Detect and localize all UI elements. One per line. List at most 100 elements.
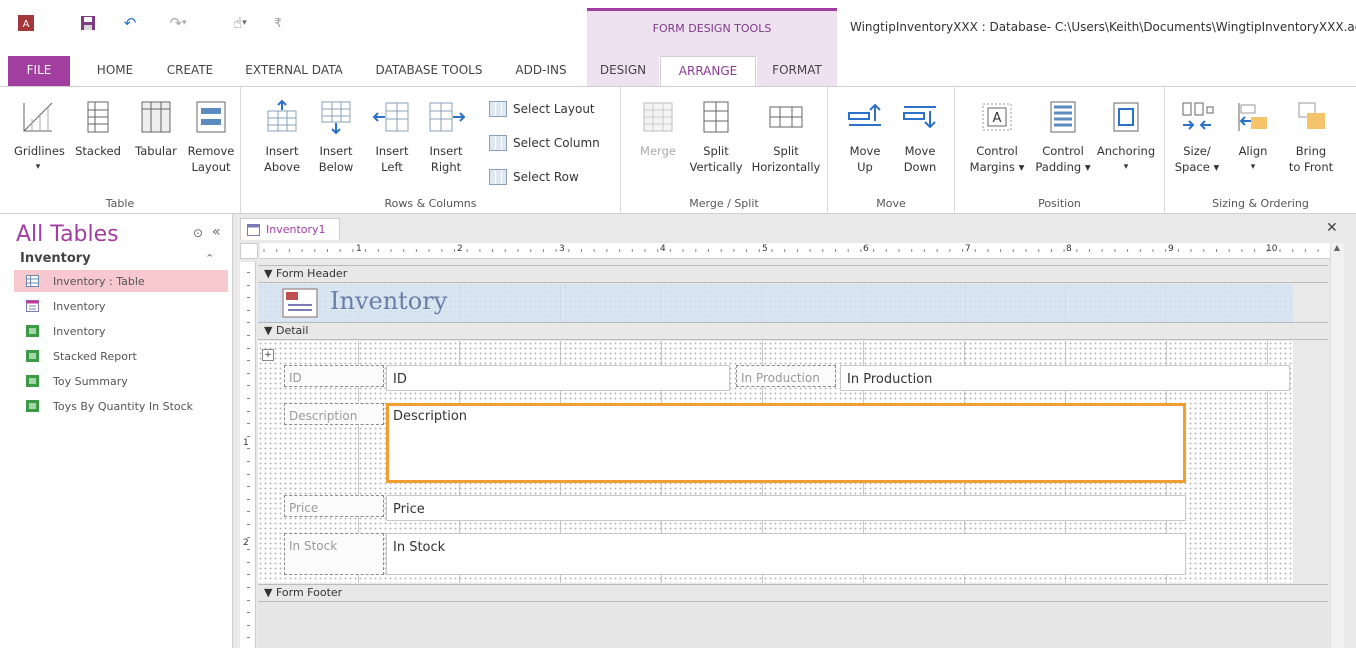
- merge-button[interactable]: Merge: [633, 93, 683, 159]
- vruler-tick: [247, 473, 250, 475]
- nav-item-inventory-report[interactable]: Inventory: [14, 320, 228, 342]
- nav-menu-chevron-icon[interactable]: ⊙: [193, 226, 203, 240]
- split-horizontally-button[interactable]: Split Horizontally: [747, 93, 825, 175]
- close-document-icon[interactable]: ✕: [1326, 220, 1338, 236]
- save-icon[interactable]: [76, 12, 100, 34]
- stacked-button[interactable]: Stacked: [70, 93, 126, 159]
- vruler-tick: [247, 574, 250, 576]
- form-selector[interactable]: [240, 243, 258, 259]
- vruler-label: 1: [243, 438, 249, 448]
- anchoring-button[interactable]: Anchoring ▾: [1093, 93, 1159, 175]
- layout-selector-icon[interactable]: +: [262, 349, 274, 361]
- remove-layout-button[interactable]: Remove Layout: [184, 93, 238, 175]
- window-title: WingtipInventoryXXX : Database- C:\Users…: [850, 20, 1356, 34]
- detail-bar[interactable]: ▼ Detail: [258, 322, 1328, 340]
- in-stock-textbox[interactable]: In Stock: [386, 533, 1186, 575]
- undo-icon[interactable]: ↶: [118, 12, 142, 34]
- form-header-bar[interactable]: ▼ Form Header: [258, 265, 1328, 283]
- tab-add-ins[interactable]: ADD-INS: [506, 56, 576, 86]
- tab-file[interactable]: FILE: [8, 56, 70, 86]
- nav-item-inventory-table[interactable]: Inventory : Table: [14, 270, 228, 292]
- scroll-up-icon[interactable]: ▲: [1331, 243, 1343, 257]
- select-row-button[interactable]: Select Row: [489, 169, 579, 185]
- nav-item-stacked-report[interactable]: Stacked Report: [14, 345, 228, 367]
- ruler-label: 7: [965, 244, 971, 254]
- form-title-label[interactable]: Inventory: [330, 287, 447, 319]
- move-down-button[interactable]: Move Down: [892, 93, 948, 175]
- touch-mode-icon[interactable]: ☝ ▾: [224, 12, 256, 34]
- insert-above-button[interactable]: Insert Above: [257, 93, 307, 175]
- price-textbox[interactable]: Price: [386, 495, 1186, 521]
- split-horizontally-label-2: Horizontally: [751, 160, 821, 174]
- tab-create[interactable]: CREATE: [156, 56, 224, 86]
- select-column-button[interactable]: Select Column: [489, 135, 600, 151]
- align-button[interactable]: Align ▾: [1227, 93, 1279, 175]
- collapse-group-icon[interactable]: ⌃: [205, 252, 214, 265]
- bring-to-front-button[interactable]: Bring to Front: [1283, 93, 1339, 175]
- document-tab-inventory1[interactable]: Inventory1: [240, 218, 340, 240]
- tab-format[interactable]: FORMAT: [757, 56, 837, 86]
- gridlines-label: Gridlines: [14, 144, 65, 158]
- move-down-label-2: Down: [903, 160, 937, 174]
- select-layout-button[interactable]: Select Layout: [489, 101, 595, 117]
- nav-item-label: Inventory: [53, 299, 106, 313]
- vertical-scrollbar[interactable]: ▲: [1330, 243, 1344, 648]
- description-label[interactable]: Description: [284, 403, 384, 425]
- size-space-button[interactable]: Size/ Space ▾: [1171, 93, 1223, 175]
- split-vertically-button[interactable]: Split Vertically: [685, 93, 747, 175]
- form-logo-icon[interactable]: [282, 288, 318, 318]
- select-row-label: Select Row: [513, 170, 579, 184]
- insert-below-button[interactable]: Insert Below: [311, 93, 361, 175]
- gridlines-button[interactable]: Gridlines ▾: [14, 93, 65, 175]
- tabular-button[interactable]: Tabular: [128, 93, 184, 159]
- in-production-checkbox[interactable]: In Production: [840, 365, 1290, 391]
- price-label[interactable]: Price: [284, 495, 384, 517]
- vruler-tick: [247, 423, 250, 425]
- vruler-tick: [247, 322, 250, 324]
- tab-design[interactable]: DESIGN: [587, 56, 659, 86]
- form-footer-bar[interactable]: ▼ Form Footer: [258, 584, 1328, 602]
- move-up-label-2: Up: [857, 160, 873, 174]
- vruler-tick: [247, 524, 250, 525]
- report-icon: [26, 375, 39, 387]
- align-icon: [1238, 103, 1267, 131]
- insert-left-button[interactable]: Insert Left: [367, 93, 417, 175]
- control-margins-button[interactable]: A Control Margins ▾: [963, 93, 1031, 175]
- control-margins-label-2: Margins ▾: [969, 160, 1025, 174]
- move-down-icon: [903, 106, 936, 129]
- tab-database-tools[interactable]: DATABASE TOOLS: [364, 56, 494, 86]
- vruler-tick: [247, 398, 250, 399]
- shutter-bar-close-icon[interactable]: «: [212, 224, 221, 240]
- bring-to-front-icon: [1298, 102, 1325, 129]
- tab-home[interactable]: HOME: [82, 56, 148, 86]
- id-textbox[interactable]: ID: [386, 365, 730, 391]
- nav-group-header[interactable]: Inventory: [20, 251, 91, 266]
- description-textbox[interactable]: Description: [386, 403, 1186, 483]
- horizontal-ruler: 1 2 3 4 5 6 7 8 9 10: [260, 243, 1330, 259]
- in-production-label[interactable]: In Production: [736, 365, 836, 387]
- in-stock-label[interactable]: In Stock: [284, 533, 384, 575]
- control-margins-icon: A: [982, 103, 1012, 131]
- customize-qat-icon[interactable]: ₹: [268, 12, 288, 34]
- redo-icon[interactable]: ↷ ▾: [162, 12, 194, 34]
- context-tools-title: FORM DESIGN TOOLS: [652, 22, 772, 35]
- tab-arrange[interactable]: ARRANGE: [660, 56, 756, 87]
- insert-below-icon: [321, 101, 351, 135]
- control-padding-button[interactable]: Control Padding ▾: [1031, 93, 1095, 175]
- ruler-label: 6: [863, 244, 869, 254]
- anchoring-label: Anchoring: [1096, 144, 1156, 158]
- ruler-label: 10: [1266, 244, 1278, 254]
- move-up-button[interactable]: Move Up: [838, 93, 892, 175]
- tab-external-data[interactable]: EXTERNAL DATA: [236, 56, 352, 86]
- nav-item-toys-by-quantity[interactable]: Toys By Quantity In Stock: [14, 395, 228, 417]
- remove-layout-label-1: Remove: [187, 144, 235, 158]
- id-label[interactable]: ID: [284, 365, 384, 387]
- insert-right-button[interactable]: Insert Right: [421, 93, 471, 175]
- move-group: Move Up Move Down Move: [828, 87, 955, 213]
- nav-item-toy-summary[interactable]: Toy Summary: [14, 370, 228, 392]
- rows-columns-group-label: Rows & Columns: [384, 197, 477, 210]
- insert-above-label-1: Insert: [265, 144, 299, 158]
- nav-item-inventory-form[interactable]: Inventory: [14, 295, 228, 317]
- select-layout-icon: [489, 101, 507, 117]
- nav-title[interactable]: All Tables: [16, 222, 119, 247]
